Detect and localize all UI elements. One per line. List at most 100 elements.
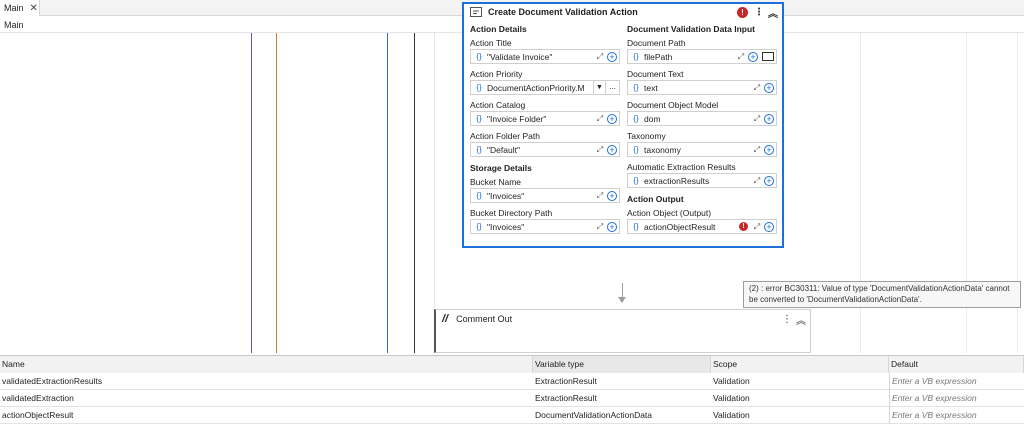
column-header-name[interactable]: Name: [0, 356, 533, 373]
document-path-field[interactable]: {} filePath ⤢ +: [627, 49, 777, 64]
expand-icon[interactable]: ⤢: [595, 191, 605, 201]
ellipsis-button[interactable]: ...: [605, 81, 619, 94]
document-text-field[interactable]: {} text ⤢ +: [627, 80, 777, 95]
expression-icon: {}: [476, 114, 482, 123]
sequence-line-dark: [414, 33, 415, 353]
table-row[interactable]: validatedExtractionResults ExtractionRes…: [0, 373, 1024, 390]
plus-icon[interactable]: +: [764, 175, 774, 186]
more-options-icon[interactable]: ⋮: [754, 7, 764, 18]
variable-default-input[interactable]: Enter a VB expression: [889, 407, 1024, 424]
activity-header[interactable]: Create Document Validation Action ! ⋮ ︽: [464, 4, 782, 20]
action-catalog-field[interactable]: {} "Invoice Folder" ⤢ +: [470, 111, 620, 126]
document-object-model-value[interactable]: dom: [644, 114, 752, 124]
expand-icon[interactable]: ⤢: [595, 222, 605, 232]
expand-icon[interactable]: ⤢: [736, 52, 746, 62]
create-document-validation-action-activity[interactable]: Create Document Validation Action ! ⋮ ︽ …: [462, 2, 784, 248]
bucket-name-value[interactable]: "Invoices": [487, 191, 595, 201]
tab-main[interactable]: Main ✕: [0, 0, 40, 16]
action-folder-path-value[interactable]: "Default": [487, 145, 595, 155]
action-object-output-field[interactable]: {} actionObjectResult ! ⤢ +: [627, 219, 777, 234]
document-text-value[interactable]: text: [644, 83, 752, 93]
arrow-down-icon: [618, 297, 626, 303]
taxonomy-value[interactable]: taxonomy: [644, 145, 752, 155]
expression-icon: {}: [633, 222, 639, 231]
gridline: [434, 33, 435, 308]
bucket-directory-path-label: Bucket Directory Path: [470, 208, 553, 218]
variable-type[interactable]: ExtractionResult: [533, 373, 711, 390]
expression-icon: {}: [476, 145, 482, 154]
activity-icon: [470, 7, 482, 17]
sequence-line-orange: [276, 33, 277, 353]
table-row[interactable]: validatedExtraction ExtractionResult Val…: [0, 390, 1024, 407]
comment-out-activity[interactable]: // Comment Out ⋮ ︽: [434, 309, 811, 353]
document-path-label: Document Path: [627, 38, 686, 48]
plus-icon[interactable]: +: [764, 144, 774, 155]
plus-icon[interactable]: +: [748, 51, 758, 62]
comment-out-header[interactable]: // Comment Out ⋮ ︽: [436, 310, 810, 328]
variable-default-input[interactable]: Enter a VB expression: [889, 373, 1024, 390]
expand-icon[interactable]: ⤢: [752, 176, 762, 186]
column-header-variable-type[interactable]: Variable type: [533, 356, 711, 373]
folder-icon[interactable]: [762, 52, 774, 61]
action-object-output-value[interactable]: actionObjectResult: [644, 222, 739, 232]
variable-type[interactable]: DocumentValidationActionData: [533, 407, 711, 424]
error-icon[interactable]: !: [737, 6, 748, 18]
variable-type[interactable]: ExtractionResult: [533, 390, 711, 407]
variable-name[interactable]: validatedExtraction: [0, 390, 533, 407]
plus-icon[interactable]: +: [607, 113, 617, 124]
more-options-icon[interactable]: ⋮: [782, 314, 792, 325]
column-header-default[interactable]: Default: [889, 356, 1024, 373]
sequence-line-blue: [387, 33, 388, 353]
plus-icon[interactable]: +: [607, 51, 617, 62]
error-icon[interactable]: !: [739, 222, 748, 231]
chevron-down-icon[interactable]: ▼: [593, 81, 605, 94]
bucket-directory-path-value[interactable]: "Invoices": [487, 222, 595, 232]
automatic-extraction-results-value[interactable]: extractionResults: [644, 176, 752, 186]
close-icon[interactable]: ✕: [30, 3, 38, 14]
variable-scope[interactable]: Validation: [711, 407, 889, 424]
variable-default-input[interactable]: Enter a VB expression: [889, 390, 1024, 407]
action-title-value[interactable]: "Validate Invoice": [487, 52, 595, 62]
expression-icon: {}: [633, 83, 639, 92]
validation-data-column: Document Validation Data Input Document …: [627, 22, 777, 238]
expand-icon[interactable]: ⤢: [752, 114, 762, 124]
action-priority-value[interactable]: DocumentActionPriority.M: [487, 83, 593, 93]
variable-scope[interactable]: Validation: [711, 390, 889, 407]
expression-icon: {}: [633, 176, 639, 185]
breadcrumb[interactable]: Main: [4, 20, 24, 30]
section-action-output: Action Output: [627, 194, 684, 204]
expression-icon: {}: [633, 145, 639, 154]
expand-icon[interactable]: ⤢: [752, 222, 762, 232]
collapse-icon[interactable]: ︽: [768, 5, 778, 20]
plus-icon[interactable]: +: [764, 82, 774, 93]
variable-name[interactable]: actionObjectResult: [0, 407, 533, 424]
plus-icon[interactable]: +: [607, 144, 617, 155]
plus-icon[interactable]: +: [764, 221, 774, 232]
expand-icon[interactable]: ⤢: [752, 145, 762, 155]
action-title-label: Action Title: [470, 38, 512, 48]
expand-icon[interactable]: ⤢: [752, 83, 762, 93]
variable-name[interactable]: validatedExtractionResults: [0, 373, 533, 390]
action-priority-field[interactable]: {} DocumentActionPriority.M ▼ ...: [470, 80, 620, 95]
variable-scope[interactable]: Validation: [711, 373, 889, 390]
taxonomy-field[interactable]: {} taxonomy ⤢ +: [627, 142, 777, 157]
action-title-field[interactable]: {} "Validate Invoice" ⤢ +: [470, 49, 620, 64]
action-details-column: Action Details Action Title {} "Validate…: [470, 22, 620, 238]
plus-icon[interactable]: +: [764, 113, 774, 124]
plus-icon[interactable]: +: [607, 190, 617, 201]
table-row[interactable]: actionObjectResult DocumentValidationAct…: [0, 407, 1024, 424]
bucket-name-field[interactable]: {} "Invoices" ⤢ +: [470, 188, 620, 203]
collapse-icon[interactable]: ︽: [796, 312, 806, 327]
expand-icon[interactable]: ⤢: [595, 145, 605, 155]
expand-icon[interactable]: ⤢: [595, 114, 605, 124]
document-path-value[interactable]: filePath: [644, 52, 736, 62]
column-header-scope[interactable]: Scope: [711, 356, 889, 373]
plus-icon[interactable]: +: [607, 221, 617, 232]
bucket-directory-path-field[interactable]: {} "Invoices" ⤢ +: [470, 219, 620, 234]
automatic-extraction-results-field[interactable]: {} extractionResults ⤢ +: [627, 173, 777, 188]
expand-icon[interactable]: ⤢: [595, 52, 605, 62]
action-catalog-value[interactable]: "Invoice Folder": [487, 114, 595, 124]
document-object-model-field[interactable]: {} dom ⤢ +: [627, 111, 777, 126]
automatic-extraction-results-label: Automatic Extraction Results: [627, 162, 736, 172]
action-folder-path-field[interactable]: {} "Default" ⤢ +: [470, 142, 620, 157]
